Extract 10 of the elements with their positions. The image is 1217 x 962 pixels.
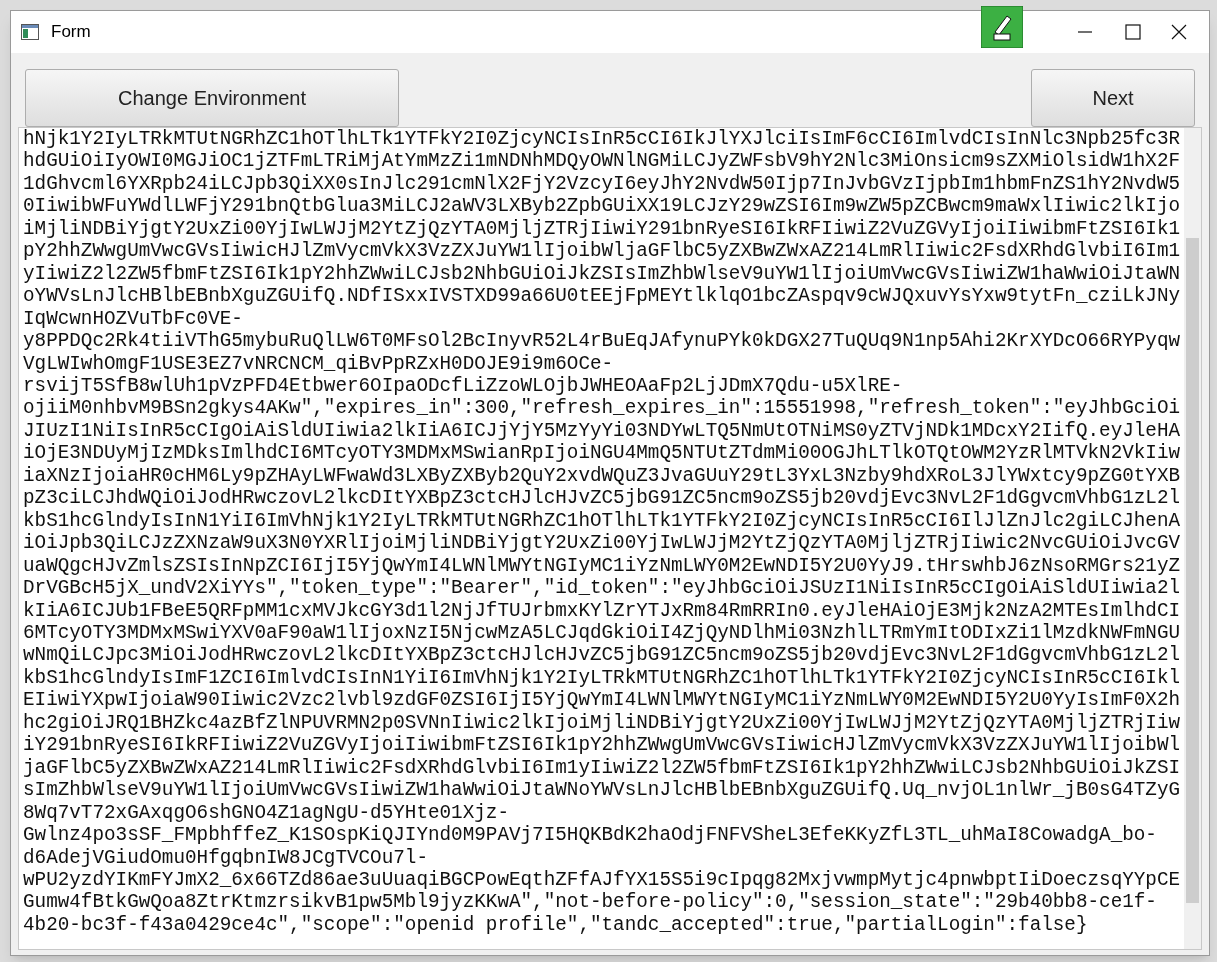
- scrollbar-thumb[interactable]: [1186, 238, 1199, 903]
- scrollbar[interactable]: [1184, 128, 1201, 949]
- window-title: Form: [51, 21, 91, 44]
- change-environment-button[interactable]: Change Environment: [25, 69, 399, 127]
- next-button[interactable]: Next: [1031, 69, 1195, 127]
- app-window-icon: [21, 24, 39, 40]
- close-icon[interactable]: [1171, 24, 1187, 40]
- maximize-icon[interactable]: [1125, 24, 1141, 40]
- response-text: hNjk1Y2IyLTRkMTUtNGRhZC1hOTlhLTk1YTFkY2I0ZjcyNCIsInR5cCI6IkJlYXJlciIsImF6cCI6ImlvdCIsInNlc3Npb25fc3R hdGUiOiIyOWI0MGJiOC1jZTFmLTRiMjAtYmMzZi1mNDNhMDQyOWNlNGMiLCJyZWFsbV9hY2Nlc3MiOnsicm9sZXMiOlsidW1hX2F 1dGhvcml6YXRpb24iLCJpb3QiXX0sInJlc291cmNlX2FjY2VzcyI6eyJhY2NvdW50Ijp7InJvbGVzIjpbIm1hbmFnZS1hY2NvdW5 0IiwibWFuYWdlLWFjY291bnQtbGlua3MiLCJ2aWV3LXByb2ZpbGUiXX19LCJzY29wZSI6Im9wZW5pZCBwcm9maWxlIiwic2lkIjo iMjliNDBiYjgtY2UxZi00YjIwLWJjM2YtZjQzYTA0MjljZTRjIiwiY291bnRyeSI6IkRFIiwiZ2VuZGVyIjoiIiwibmFtZSI6Ik1 pY2hhZWwgUmVwcGVsIiwicHJlZmVycmVkX3VzZXJuYW1lIjoibWljaGFlbC5yZXBwZWxAZ214LmRlIiwic2FsdXRhdGlvbiI6Im1 yIiwiZ2l2ZW5fbmFtZSI6Ik1pY2hhZWwiLCJsb2NhbGUiOiJkZSIsImZhbWlseV9uYW1lIjoiUmVwcGVsIiwiZW1haWwiOiJtaWN oYWVsLnJlcHBlbEBnbXguZGUifQ.NDfISxxIVSTXD99a66U0tEEjFpMEYtlklqO1bcZAspqv9cWJQxuvYsYxw9tytFn_cziLkJNy IqWcwnHOZVuTbFc0VE- y8PPDQc2Rk4tiiVThG5mybuRuQlLW6T0MFsOl2BcInyvR52L4rBuEqJAfynuPYk0kDGX27TuQUq9N1np5Ahi2KrXYDcO66RYPyqw VgLWIwhOmgF1USE3EZ7vNRCNCM_qiBvPpRZxH0DOJE9i9m6OCe- rsvijT5SfB8wlUh1pVzPFD4Etbwer6OIpaODcfLiZzoWLOjbJWHEOAaFp2LjJDmX7Qdu-u5XlRE- ojiiM0nhbvM9BSn2gkys4AKw","expires_in":300,"refresh_expires_in":15551998,"refresh_token":"eyJhbGciOi JIUzI1NiIsInR5cCIgOiAiSldUIiwia2lkIiA6ICJjYjY5MzYyYi03NDYwLTQ5NmUtOTNiMS0yZTVjNDk1MDcxY2IifQ.eyJleHA iOjE3NDUyMjIzMDksImlhdCI6MTcyOTY3MDMxMSwianRpIjoiNGU4MmQ5NTUtZTdmMi00OGJhLTlkOTQtOWM2YzRlMTVkN2VkIiw iaXNzIjoiaHR0cHM6Ly9pZHAyLWFwaWd3LXByZXByb2QuY2xvdWQuZ3JvaGUuY29tL3YxL3Nzby9hdXRoL3JlYWxtcy9pZG0tYXB pZ3ciLCJhdWQiOiJodHRwczovL2lkcDItYXBpZ3ctcHJlcHJvZC5jbG91ZC5ncm9oZS5jb20vdjEvc3NvL2F1dGgvcmVhbG1zL2l kbS1hcGlndyIsInN1YiI6ImVhNjk1Y2IyLTRkMTUtNGRhZC1hOTlhLTk1YTFkY2I0ZjcyNCIsInR5cCI6IlJlZnJlc2giLCJhenA iOiJpb3QiLCJzZXNzaW9uX3N0YXRlIjoiMjliNDBiYjgtY2UxZi00YjIwLWJjM2YtZjQzYTA0MjljZTRjIiwic2NvcGUiOiJvcGV uaWQgcHJvZmlsZSIsInNpZCI6IjI5YjQwYmI4LWNlMWYtNGIyMC1iYzNmLWY0M2EwNDI5Y2U0YyJ9.tHrswhbJ6zNsoRMGrs21yZ DrVGBcH5jX_undV2XiYYs","token_type":"Bearer","id_token":"eyJhbGciOiJSUzI1NiIsInR5cCIgOiAiSldUIiwia2l kIiA6ICJUb1FBeE5QRFpMM1cxMVJkcGY3d1l2NjJfTUJrbmxKYlZrYTJxRm84RmRRIn0.eyJleHAiOjE3Mjk2NzA2MTEsImlhdCI 6MTcyOTY3MDMxMSwiYXV0aF90aW1lIjoxNzI5NjcwMzA5LCJqdGkiOiI4ZjQyNDlhMi03NzhlLTRmYmItODIxZi1lMzdkNWFmNGU wNmQiLCJpc3MiOiJodHRwczovL2lkcDItYXBpZ3ctcHJlcHJvZC5jbG91ZC5ncm9oZS5jb20vdjEvc3NvL2F1dGgvcmVhbG1zL2l kbS1hcGlndyIsImF1ZCI6ImlvdCIsInN1YiI6ImVhNjk1Y2IyLTRkMTUtNGRhZC1hOTlhLTk1YTFkY2I0ZjcyNCIsInR5cCI6Ikl EIiwiYXpwIjoiaW90Iiwic2Vzc2lvbl9zdGF0ZSI6IjI5YjQwYmI4LWNlMWYtNGIyMC1iYzNmLWY0M2EwNDI5Y2U0YyIsImF0X2h hc2giOiJRQ1BHZkc4azBfZlNPUVRMN2p0SVNnIiwic2lkIjoiMjliNDBiYjgtY2UxZi00YjIwLWJjM2YtZjQzYTA0MjljZTRjIiw iY291bnRyeSI6IkRFIiwiZ2VuZGVyIjoiIiwibmFtZSI6Ik1pY2hhZWwgUmVwcGVsIiwicHJlZmVycmVkX3VzZXJuYW1lIjoibWl jaGFlbC5yZXBwZWxAZ214LmRlIiwic2FsdXRhdGlvbiI6Im1yIiwiZ2l2ZW5fbmFtZSI6Ik1pY2hhZWwiLCJsb2NhbGUiOiJkZSI sImZhbWlseV9uYW1lIjoiUmVwcGVsIiwiZW1haWwiOiJtaWNoYWVsLnJlcHBlbEBnbXguZGUifQ.Uq_nvjOL1nlWr_jB0sG4TZyG 8Wq7vT72xGAxqgO6shGNO4Z1agNgU-d5YHte01Xjz- Gwlnz4po3sSF_FMpbhffeZ_K1SOspKiQJIYnd0M9PAVj7I5HQKBdK2haOdjFNFVSheL3EfeKKyZfL3TL_uhMaI8CowadgA_bo- d6AdejVGiudOmu0HfgqbnIW8JCgTVCOu7l- wPU2yzdYIKmFYJmX2_6x66TZd86ae3uUuaqiBGCPowEqthZFfAJfYX15S5i9cIpqg82MxjvwmpMytjc4pnwbptIiDoeczsqYYpCE Gumw4fBtkGwQoa8ZtrKtmzrsikvB1pw5Mbl9jyzKKwA","not-before-policy":0,"session_state":"29b40bb8-ce1f- 4b20-bc3f-f43a0429ce4c","scope":"openid profile","tandc_accepted":true,"partialLogin":false}: [22, 128, 1182, 938]
- pencil-icon[interactable]: [981, 6, 1023, 48]
